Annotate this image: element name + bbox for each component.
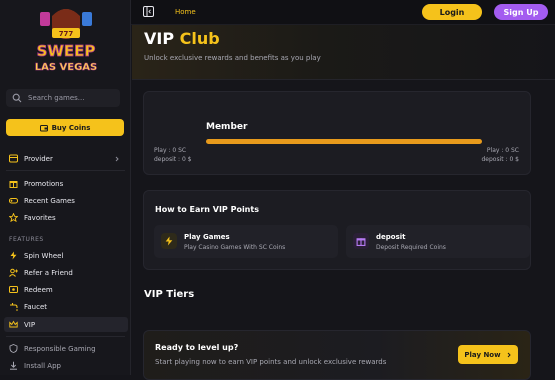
svg-text:SWEEP: SWEEP	[37, 42, 96, 60]
sidebar-toggle-icon[interactable]	[143, 6, 154, 17]
earn-title: How to Earn VIP Points	[155, 205, 259, 214]
left-deposit-stat: deposit : 0 $	[154, 156, 192, 163]
sidebar-item-label: Install App	[24, 361, 61, 370]
sidebar-divider	[6, 170, 125, 171]
sidebar-item-label: Responsible Gaming	[24, 344, 96, 353]
sidebar-item-faucet[interactable]: Faucet	[4, 299, 128, 314]
sidebar-item-vip[interactable]: VIP	[4, 317, 128, 332]
crown-icon	[9, 320, 18, 328]
sidebar-item-label: Refer a Friend	[24, 268, 73, 277]
sidebar-divider	[6, 336, 125, 337]
search-box[interactable]	[6, 89, 120, 107]
sidebar-item-refer-a-friend[interactable]: Refer a Friend	[4, 265, 128, 280]
sidebar-item-promotions[interactable]: Promotions	[4, 176, 128, 191]
sidebar-item-redeem[interactable]: Redeem	[4, 282, 128, 297]
tier-progress-card: Member Play : 0 SC deposit : 0 $ Play : …	[143, 91, 531, 175]
provider-icon	[9, 154, 18, 163]
sidebar: 777 SWEEP LAS VEGAS Buy Coins Provider	[0, 0, 131, 375]
cta-title: Ready to level up?	[155, 343, 239, 352]
earn-item-desc: Deposit Required Coins	[376, 244, 446, 251]
svg-text:777: 777	[59, 30, 74, 38]
buy-coins-button[interactable]: Buy Coins	[6, 119, 124, 136]
tier-progress-bar	[206, 139, 482, 144]
lightning-icon	[161, 233, 177, 249]
earn-item-title: Play Games	[184, 233, 230, 241]
tier-progress-fill	[206, 139, 482, 144]
sidebar-item-label: Promotions	[24, 179, 64, 188]
sidebar-item-label: VIP	[24, 320, 36, 329]
user-plus-icon	[9, 268, 18, 277]
left-play-stat: Play : 0 SC	[154, 147, 187, 154]
sidebar-item-label: Provider	[24, 154, 53, 163]
earn-vip-points-card: How to Earn VIP Points Play Games Play C…	[143, 190, 531, 270]
signup-button[interactable]: Sign Up	[494, 4, 548, 20]
sidebar-item-favorites[interactable]: Favorites	[4, 210, 128, 225]
sidebar-item-spin-wheel[interactable]: Spin Wheel	[4, 248, 128, 263]
sidebar-item-label: Redeem	[24, 285, 53, 294]
chevron-right-icon	[115, 156, 119, 161]
buy-coins-label: Buy Coins	[51, 123, 91, 132]
sidebar-item-responsible-gaming[interactable]: Responsible Gaming	[4, 341, 128, 356]
faucet-icon	[10, 303, 18, 311]
shield-icon	[9, 344, 18, 353]
home-link[interactable]: Home	[175, 8, 196, 16]
star-icon	[9, 213, 18, 222]
login-button[interactable]: Login	[422, 4, 482, 20]
page-subtitle: Unlock exclusive rewards and benefits as…	[144, 54, 321, 62]
sweep-las-vegas-logo[interactable]: 777 SWEEP LAS VEGAS	[22, 2, 110, 76]
chevron-right-icon	[507, 352, 511, 357]
page-title-accent: Club	[179, 29, 220, 48]
svg-text:LAS VEGAS: LAS VEGAS	[35, 62, 98, 73]
download-icon	[10, 361, 17, 370]
sidebar-item-label: Favorites	[24, 213, 56, 222]
sidebar-item-label: Spin Wheel	[24, 251, 64, 260]
sidebar-item-provider[interactable]: Provider	[4, 151, 128, 166]
gamepad-icon	[9, 198, 18, 204]
sidebar-item-install-app[interactable]: Install App	[4, 358, 128, 373]
sidebar-item-recent-games[interactable]: Recent Games	[4, 193, 128, 208]
right-deposit-stat: deposit : 0 $	[481, 156, 519, 163]
spin-wheel-icon	[10, 251, 17, 260]
right-play-stat: Play : 0 SC	[486, 147, 519, 154]
cta-subtitle: Start playing now to earn VIP points and…	[155, 358, 387, 366]
earn-item-deposit: deposit Deposit Required Coins	[346, 225, 530, 258]
redeem-icon	[9, 286, 18, 293]
page-title: VIP Club	[144, 29, 220, 48]
features-section-label: FEATURES	[9, 236, 44, 243]
gift-icon	[353, 233, 369, 249]
sidebar-item-label: Faucet	[24, 302, 48, 311]
play-now-button[interactable]: Play Now	[458, 345, 518, 364]
page-title-main: VIP	[144, 29, 175, 48]
earn-item-title: deposit	[376, 233, 406, 241]
level-up-card: Ready to level up? Start playing now to …	[143, 330, 531, 380]
wallet-icon	[39, 124, 48, 131]
sidebar-item-label: Recent Games	[24, 196, 75, 205]
current-tier-label: Member	[206, 122, 248, 132]
search-input[interactable]	[28, 94, 108, 102]
earn-item-desc: Play Casino Games With SC Coins	[184, 244, 286, 251]
gift-icon	[9, 181, 18, 188]
vip-hero: VIP Club Unlock exclusive rewards and be…	[132, 25, 555, 80]
top-bar: Home	[131, 0, 555, 25]
play-now-label: Play Now	[464, 350, 501, 359]
search-icon	[12, 93, 22, 103]
earn-item-play-games: Play Games Play Casino Games With SC Coi…	[154, 225, 338, 258]
vip-tiers-heading: VIP Tiers	[144, 289, 195, 300]
